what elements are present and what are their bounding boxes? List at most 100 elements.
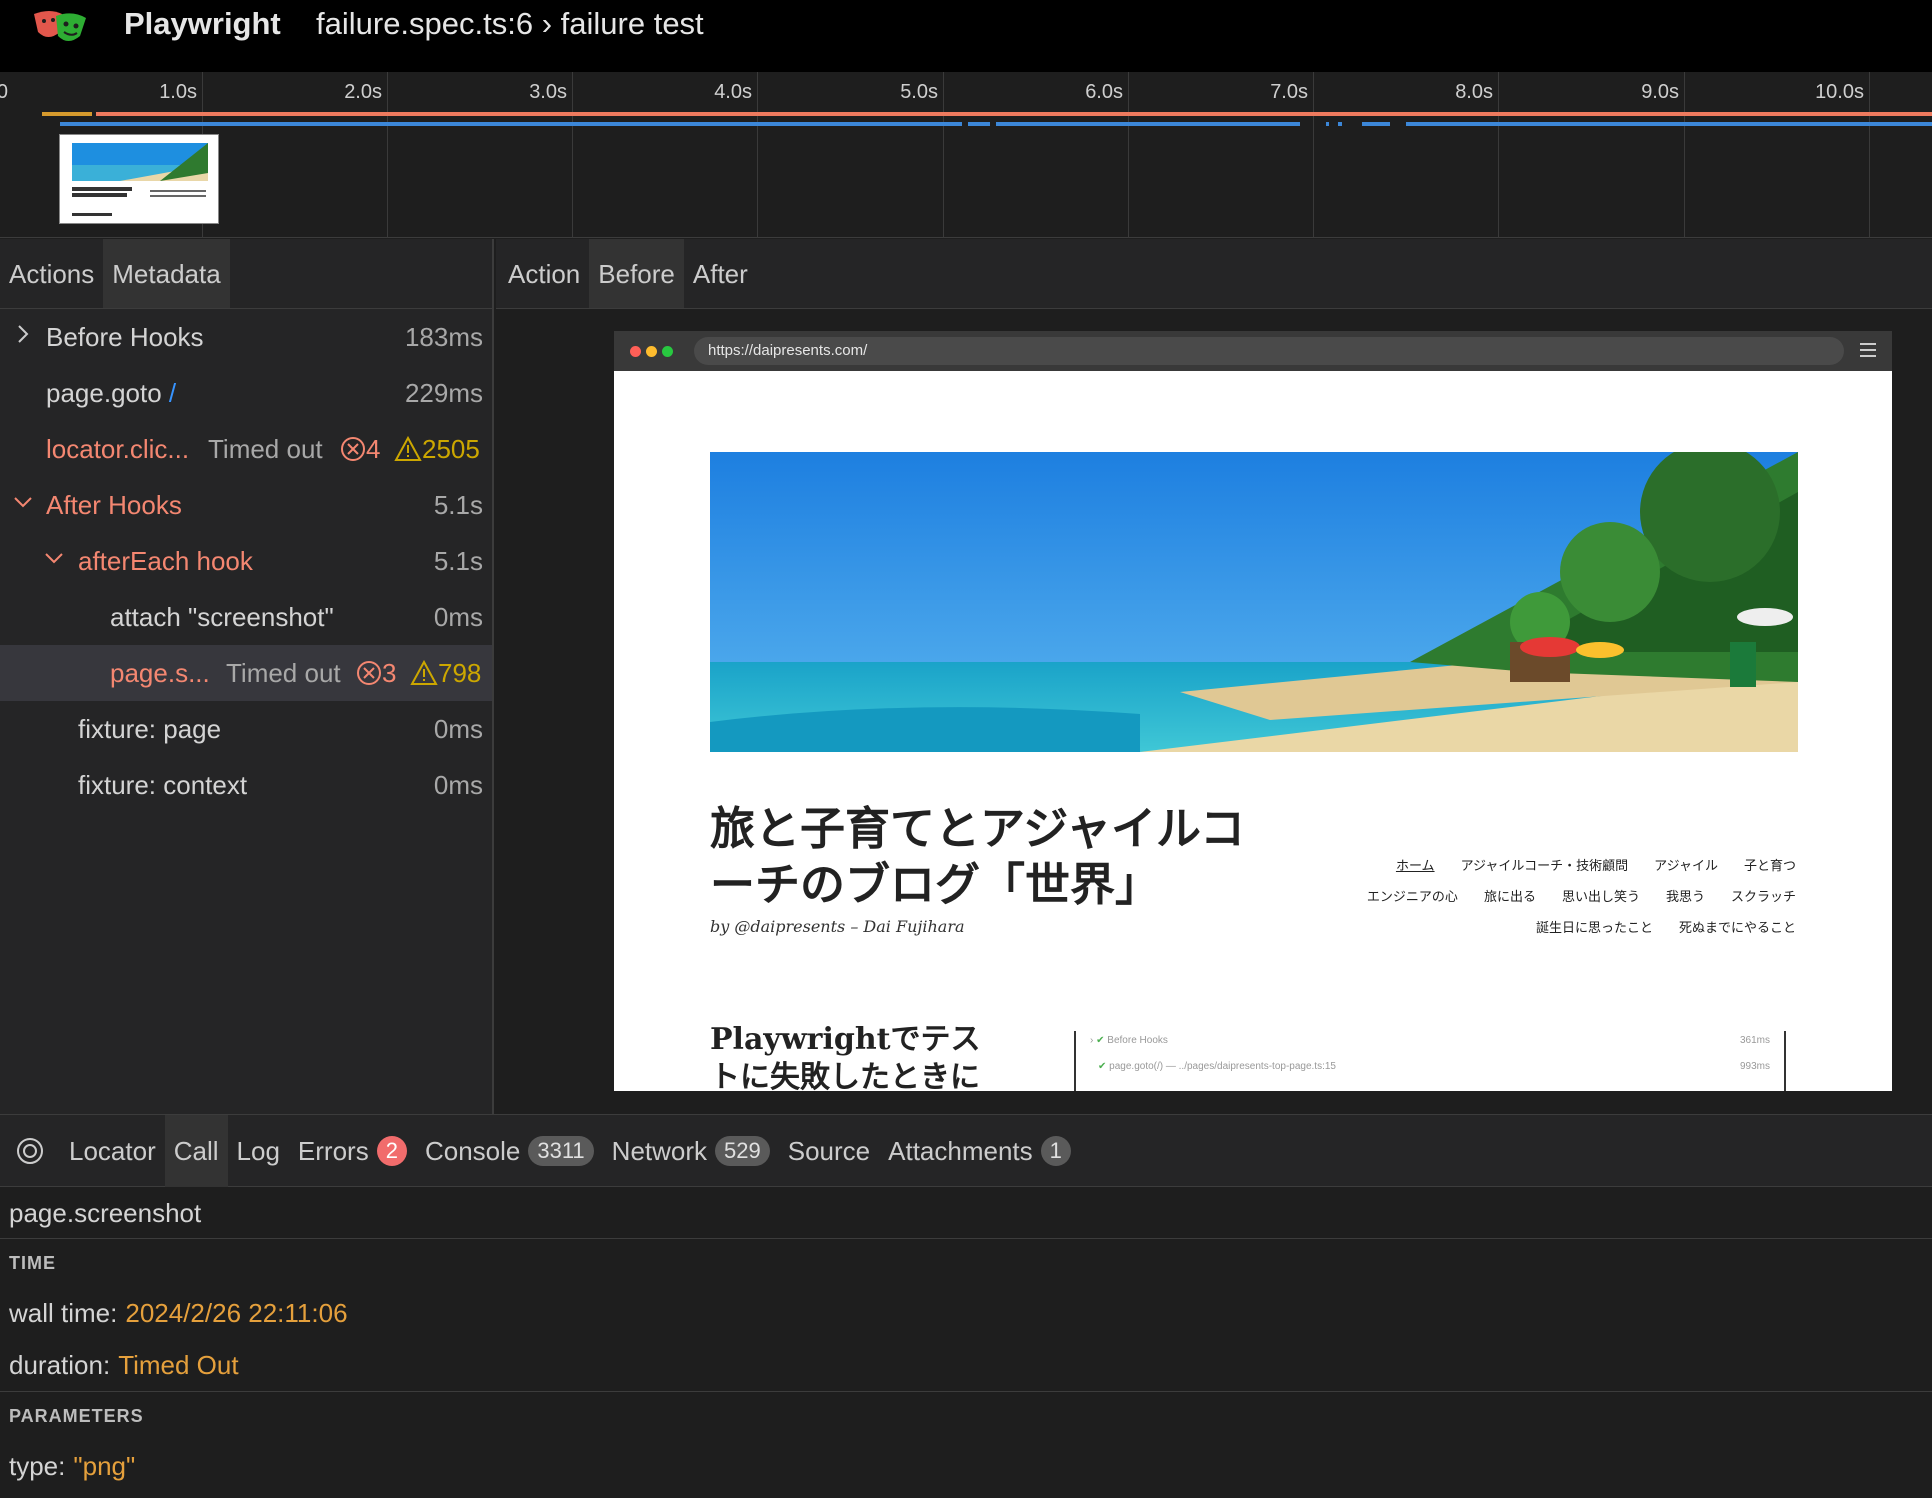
action-label: fixture: context bbox=[78, 769, 248, 800]
error-count: 4 bbox=[340, 434, 380, 465]
mini-trace-label: page.goto(/) — ../pages/daipresents-top-… bbox=[1109, 1061, 1336, 1072]
timeline-tick-label: 4.0s bbox=[714, 81, 752, 103]
tab-source[interactable]: Source bbox=[779, 1115, 879, 1187]
type-param-row: type: "png" bbox=[0, 1440, 1932, 1492]
timeline-bar-network bbox=[60, 122, 962, 126]
site-nav-item[interactable]: 子と育つ bbox=[1744, 859, 1796, 874]
timeline-tick bbox=[757, 72, 758, 238]
type-param-label: type: bbox=[9, 1451, 66, 1481]
site-nav-item[interactable]: 思い出し笑う bbox=[1562, 890, 1640, 905]
action-status: Timed out bbox=[226, 657, 341, 688]
chevron-down-icon[interactable] bbox=[43, 547, 65, 569]
action-duration: 0ms bbox=[433, 601, 483, 632]
snapshot-url: https://daipresents.com/ bbox=[694, 337, 1844, 365]
header-bar: Playwright failure.spec.ts:6 › failure t… bbox=[0, 0, 1932, 72]
tab-before[interactable]: Before bbox=[589, 239, 684, 308]
tab-errors[interactable]: Errors 2 bbox=[289, 1115, 416, 1187]
tab-label: Log bbox=[236, 1135, 280, 1166]
minimize-dot-icon bbox=[646, 346, 657, 357]
maximize-dot-icon bbox=[662, 346, 673, 357]
timeline-tick bbox=[943, 72, 944, 238]
tab-attachments[interactable]: Attachments 1 bbox=[879, 1115, 1080, 1187]
timeline-tick-label: 9.0s bbox=[1641, 81, 1679, 103]
chevron-down-icon[interactable] bbox=[12, 491, 34, 513]
action-label: After Hooks bbox=[46, 489, 182, 520]
wall-time-label: wall time: bbox=[9, 1298, 118, 1328]
error-circle-icon bbox=[341, 437, 365, 461]
action-duration: 0ms bbox=[433, 769, 483, 800]
tab-call[interactable]: Call bbox=[164, 1114, 228, 1187]
tab-network[interactable]: Network 529 bbox=[603, 1115, 779, 1187]
site-nav-item[interactable]: スクラッチ bbox=[1731, 890, 1796, 905]
errors-count-badge: 2 bbox=[376, 1135, 407, 1166]
action-label: attach "screenshot" bbox=[110, 601, 334, 632]
chevron-right-icon: › bbox=[1090, 1035, 1094, 1046]
action-row-before-hooks[interactable]: Before Hooks 183ms bbox=[0, 309, 492, 365]
action-row-locator-click[interactable]: locator.clic... Timed out 4 2505 bbox=[0, 421, 492, 477]
tab-label: Call bbox=[173, 1135, 219, 1166]
wall-time-value: 2024/2/26 22:11:06 bbox=[125, 1298, 348, 1328]
action-duration: 229ms bbox=[404, 377, 483, 408]
timeline[interactable]: 0 1.0s 2.0s 3.0s 4.0s 5.0s 6.0s 7.0s 8.0… bbox=[0, 72, 1932, 238]
action-row-aftereach-hook[interactable]: afterEach hook 5.1s bbox=[0, 533, 492, 589]
mini-trace-duration: 993ms bbox=[1739, 1061, 1770, 1072]
chevron-right-icon[interactable] bbox=[12, 323, 34, 345]
site-nav-item[interactable]: ホーム bbox=[1396, 859, 1435, 874]
trace-viewer: Playwright failure.spec.ts:6 › failure t… bbox=[0, 0, 1932, 1498]
action-duration: 0ms bbox=[433, 713, 483, 744]
action-row-fixture-page[interactable]: fixture: page 0ms bbox=[0, 701, 492, 757]
action-row-page-screenshot[interactable]: page.s... Timed out 3 798 bbox=[0, 645, 492, 701]
warning-count-value: 2505 bbox=[422, 433, 480, 464]
duration-value: Timed Out bbox=[118, 1350, 239, 1380]
details-panel: Locator Call Log Errors 2 Console 3311 Net… bbox=[0, 1114, 1932, 1498]
tab-action[interactable]: Action bbox=[496, 239, 589, 308]
target-icon bbox=[17, 1137, 43, 1164]
action-row-after-hooks[interactable]: After Hooks 5.1s bbox=[0, 477, 492, 533]
hamburger-menu-icon bbox=[1860, 343, 1876, 357]
browser-toolbar: https://daipresents.com/ bbox=[614, 331, 1892, 371]
tab-label: Errors bbox=[297, 1135, 369, 1166]
site-nav-item[interactable]: 我思う bbox=[1666, 890, 1705, 905]
site-nav-item[interactable]: アジャイルコーチ・技術顧問 bbox=[1461, 859, 1629, 874]
timeline-screenshot-thumbnail[interactable] bbox=[59, 134, 219, 224]
tab-after[interactable]: After bbox=[684, 239, 757, 308]
call-title: page.screenshot bbox=[0, 1187, 1932, 1239]
timeline-bar-network bbox=[1406, 122, 1932, 126]
tab-label: Source bbox=[787, 1135, 871, 1166]
site-nav-item[interactable]: 死ぬまでにやること bbox=[1679, 921, 1796, 936]
tab-locator[interactable]: Locator bbox=[60, 1115, 165, 1187]
test-title: failure.spec.ts:6 › failure test bbox=[316, 6, 704, 41]
site-nav-item[interactable]: 誕生日に思ったこと bbox=[1536, 921, 1653, 936]
timeline-tick bbox=[1313, 72, 1314, 238]
site-nav-item[interactable]: エンジニアの心 bbox=[1367, 890, 1458, 905]
timeline-bar-network bbox=[1326, 122, 1329, 126]
action-row-fixture-context[interactable]: fixture: context 0ms bbox=[0, 757, 492, 813]
tab-label: Attachments bbox=[888, 1135, 1033, 1166]
site-nav-item[interactable]: 旅に出る bbox=[1484, 890, 1536, 905]
action-row-page-goto[interactable]: page.goto / 229ms bbox=[0, 365, 492, 421]
site-nav-item[interactable]: アジャイル bbox=[1654, 859, 1718, 874]
warning-triangle-icon bbox=[410, 660, 438, 685]
pick-locator-button[interactable] bbox=[0, 1136, 60, 1166]
site-subtitle: by @daipresents – Dai Fujihara bbox=[710, 917, 965, 936]
wall-time-row: wall time: 2024/2/26 22:11:06 bbox=[0, 1287, 1932, 1339]
snapshot-browser-frame[interactable]: https://daipresents.com/ 旅と子育てとアジャイルコーチの… bbox=[614, 331, 1892, 1091]
tab-log[interactable]: Log bbox=[228, 1115, 289, 1187]
timeline-tick bbox=[387, 72, 388, 238]
tab-actions[interactable]: Actions bbox=[0, 239, 103, 308]
timeline-bar-action bbox=[96, 112, 1932, 116]
timeline-tick-label: 2.0s bbox=[344, 81, 382, 103]
tab-console[interactable]: Console 3311 bbox=[416, 1115, 603, 1187]
timeline-bar-goto bbox=[42, 112, 92, 116]
tab-metadata[interactable]: Metadata bbox=[103, 239, 230, 308]
action-label: page.goto bbox=[46, 377, 162, 408]
action-row-attach-screenshot[interactable]: attach "screenshot" 0ms bbox=[0, 589, 492, 645]
tab-label: Console bbox=[424, 1135, 521, 1166]
details-tabbar: Locator Call Log Errors 2 Console 3311 Net… bbox=[0, 1114, 1932, 1187]
duration-label: duration: bbox=[9, 1350, 111, 1380]
snapshot-tabbar: Action Before After bbox=[496, 239, 1932, 309]
warning-count: 798 bbox=[410, 658, 481, 689]
timeline-tick-label: 5.0s bbox=[900, 81, 938, 103]
action-url-link[interactable]: / bbox=[169, 378, 176, 408]
timeline-tick-label: 0 bbox=[0, 81, 8, 103]
